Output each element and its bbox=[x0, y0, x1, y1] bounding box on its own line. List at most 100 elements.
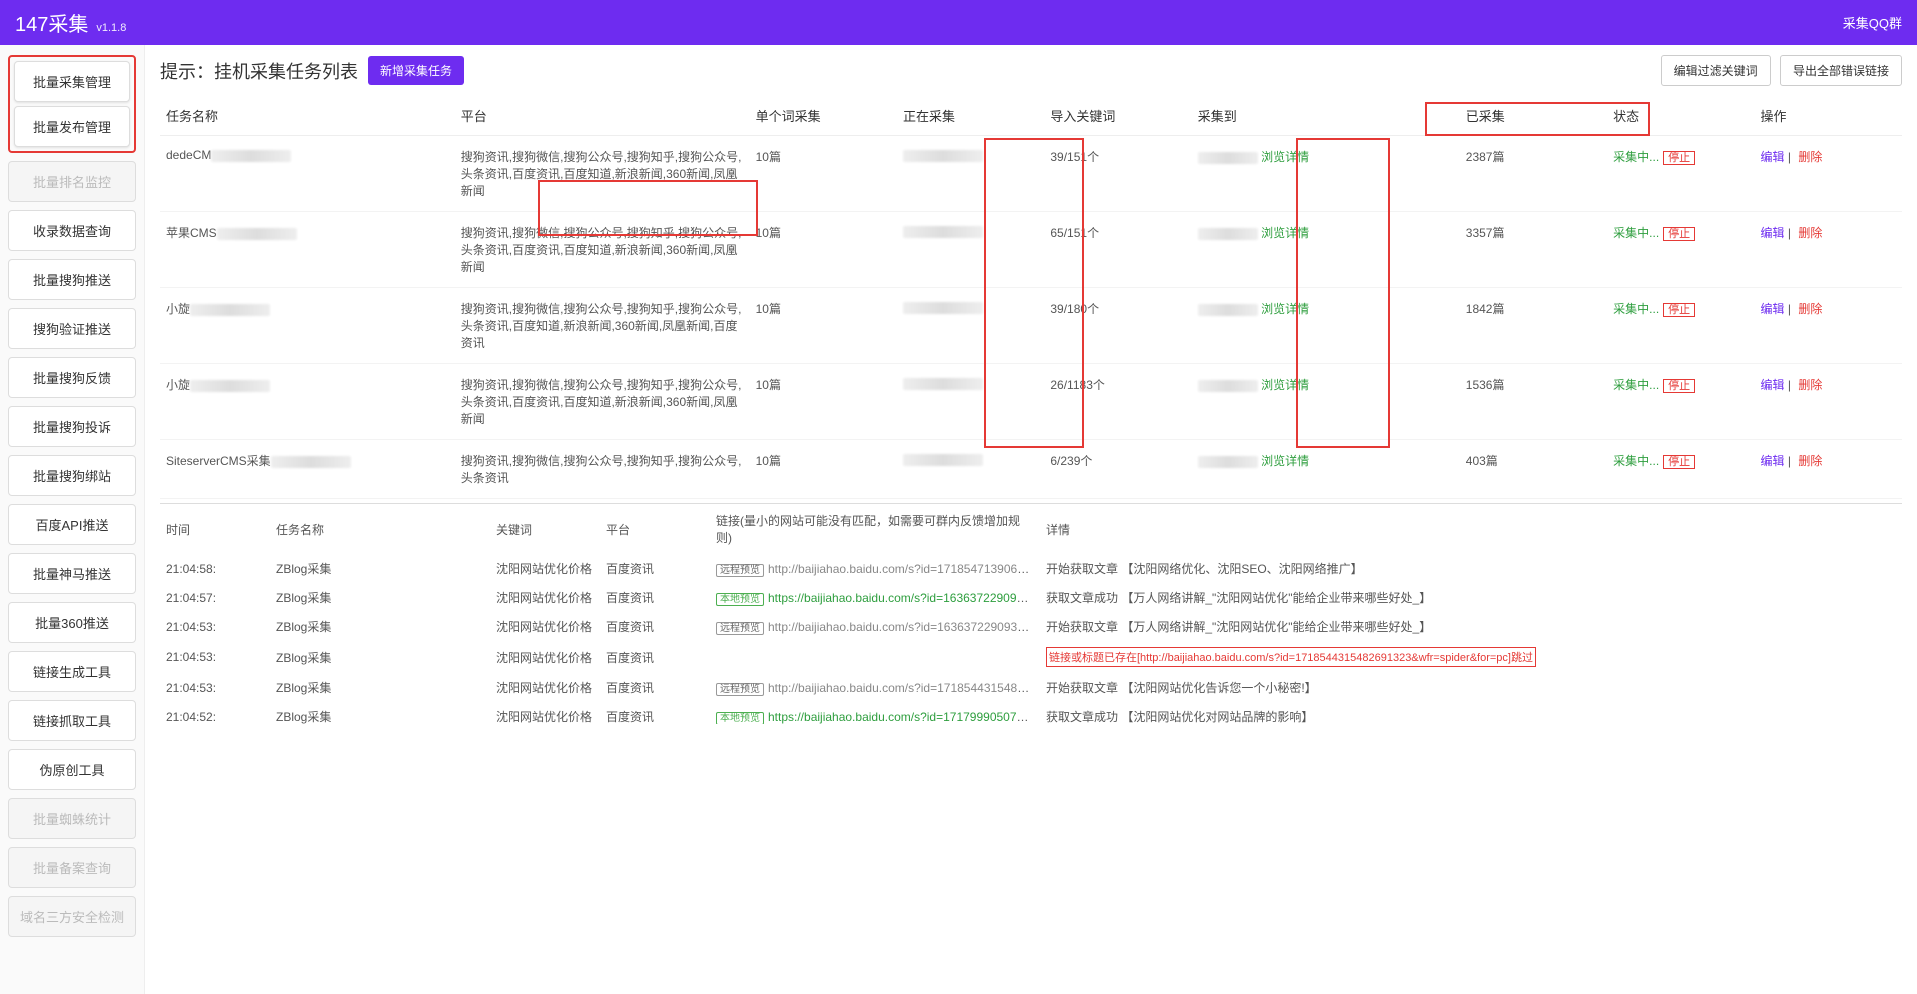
task-row: 苹果CMS搜狗资讯,搜狗微信,搜狗公众号,搜狗知乎,搜狗公众号,头条资讯,百度资… bbox=[160, 212, 1902, 288]
log-time: 21:04:53: bbox=[160, 673, 270, 702]
log-url[interactable]: http://baijiahao.baidu.com/s?id=17185443… bbox=[768, 681, 1040, 695]
log-row: 21:04:57:ZBlog采集沈阳网站优化价格百度资讯本地预览https://… bbox=[160, 583, 1902, 612]
log-detail: 链接或标题已存在[http://baijiahao.baidu.com/s?id… bbox=[1040, 641, 1902, 673]
edit-button[interactable]: 编辑 bbox=[1761, 454, 1785, 468]
task-ops: 编辑 | 删除 bbox=[1755, 440, 1902, 499]
remote-preview-tag[interactable]: 远程预览 bbox=[716, 564, 764, 577]
log-link: 本地预览 https://baijiahao.baidu.com/s?id=171… bbox=[710, 702, 1040, 724]
sidebar-item-4[interactable]: 批量搜狗反馈 bbox=[8, 357, 136, 398]
task-platform: 搜狗资讯,搜狗微信,搜狗公众号,搜狗知乎,搜狗公众号,头条资讯 bbox=[455, 440, 750, 499]
log-time: 21:04:52: bbox=[160, 702, 270, 724]
log-link: 远程预览 http://baijiahao.baidu.com/s?id=1718… bbox=[710, 673, 1040, 702]
log-keyword: 沈阳网站优化价格 bbox=[490, 554, 600, 583]
log-link: 本地预览 https://baijiahao.baidu.com/s?id=163… bbox=[710, 583, 1040, 612]
log-row: 21:04:53:ZBlog采集沈阳网站优化价格百度资讯远程预览http://b… bbox=[160, 673, 1902, 702]
remote-preview-tag[interactable]: 远程预览 bbox=[716, 622, 764, 635]
sidebar-item-2[interactable]: 批量搜狗推送 bbox=[8, 259, 136, 300]
task-name: SiteserverCMS采集 bbox=[160, 440, 455, 499]
browse-detail-link[interactable]: 浏览详情 bbox=[1261, 302, 1309, 316]
log-detail: 开始获取文章 【万人网络讲解_"沈阳网站优化"能给企业带来哪些好处_】 bbox=[1040, 612, 1902, 641]
edit-button[interactable]: 编辑 bbox=[1761, 150, 1785, 164]
edit-button[interactable]: 编辑 bbox=[1761, 226, 1785, 240]
task-table: 任务名称 平台 单个词采集 正在采集 导入关键词 采集到 已采集 状态 操作 d… bbox=[160, 96, 1902, 499]
sidebar-item-11[interactable]: 链接抓取工具 bbox=[8, 700, 136, 741]
sidebar-item-15: 域名三方安全检测 bbox=[8, 896, 136, 937]
browse-detail-link[interactable]: 浏览详情 bbox=[1261, 150, 1309, 164]
stop-button[interactable]: 停止 bbox=[1663, 379, 1695, 393]
qq-group-link[interactable]: 采集QQ群 bbox=[1843, 13, 1902, 32]
delete-button[interactable]: 删除 bbox=[1798, 378, 1822, 392]
delete-button[interactable]: 删除 bbox=[1798, 226, 1822, 240]
log-url[interactable]: https://baijiahao.baidu.com/s?id=1636372… bbox=[768, 591, 1040, 605]
new-task-button[interactable]: 新增采集任务 bbox=[368, 56, 464, 85]
task-ops: 编辑 | 删除 bbox=[1755, 136, 1902, 212]
log-platform: 百度资讯 bbox=[600, 641, 710, 673]
log-link bbox=[710, 641, 1040, 673]
log-task: ZBlog采集 bbox=[270, 583, 490, 612]
log-keyword: 沈阳网站优化价格 bbox=[490, 612, 600, 641]
sidebar-item-3[interactable]: 搜狗验证推送 bbox=[8, 308, 136, 349]
delete-button[interactable]: 删除 bbox=[1798, 302, 1822, 316]
log-platform: 百度资讯 bbox=[600, 702, 710, 724]
export-errors-button[interactable]: 导出全部错误链接 bbox=[1780, 55, 1902, 86]
log-keyword: 沈阳网站优化价格 bbox=[490, 702, 600, 724]
browse-detail-link[interactable]: 浏览详情 bbox=[1261, 378, 1309, 392]
stop-button[interactable]: 停止 bbox=[1663, 151, 1695, 165]
log-task: ZBlog采集 bbox=[270, 702, 490, 724]
sidebar-item-7[interactable]: 百度API推送 bbox=[8, 504, 136, 545]
task-single: 10篇 bbox=[750, 440, 897, 499]
task-name: dedeCM bbox=[160, 136, 455, 212]
log-detail: 获取文章成功 【沈阳网站优化对网站品牌的影响】 bbox=[1040, 702, 1902, 724]
log-scroll-area[interactable]: 21:04:58:ZBlog采集沈阳网站优化价格百度资讯远程预览http://b… bbox=[160, 554, 1902, 724]
remote-preview-tag[interactable]: 远程预览 bbox=[716, 683, 764, 696]
edit-button[interactable]: 编辑 bbox=[1761, 302, 1785, 316]
sidebar: 批量采集管理 批量发布管理 批量排名监控收录数据查询批量搜狗推送搜狗验证推送批量… bbox=[0, 45, 145, 994]
sidebar-item-1[interactable]: 收录数据查询 bbox=[8, 210, 136, 251]
sidebar-item-5[interactable]: 批量搜狗投诉 bbox=[8, 406, 136, 447]
stop-button[interactable]: 停止 bbox=[1663, 303, 1695, 317]
log-section: 时间 任务名称 关键词 平台 链接(量小的网站可能没有匹配，如需要可群内反馈增加… bbox=[160, 503, 1902, 984]
sidebar-item-6[interactable]: 批量搜狗绑站 bbox=[8, 455, 136, 496]
log-url[interactable]: http://baijiahao.baidu.com/s?id=17185471… bbox=[768, 562, 1040, 576]
stop-button[interactable]: 停止 bbox=[1663, 227, 1695, 241]
delete-button[interactable]: 删除 bbox=[1798, 454, 1822, 468]
log-row: 21:04:53:ZBlog采集沈阳网站优化价格百度资讯远程预览http://b… bbox=[160, 612, 1902, 641]
local-preview-tag[interactable]: 本地预览 bbox=[716, 593, 764, 606]
log-row: 21:04:52:ZBlog采集沈阳网站优化价格百度资讯本地预览 https://… bbox=[160, 702, 1902, 724]
delete-button[interactable]: 删除 bbox=[1798, 150, 1822, 164]
log-platform: 百度资讯 bbox=[600, 554, 710, 583]
task-collecting bbox=[897, 212, 1044, 288]
task-status: 采集中...停止 bbox=[1607, 440, 1754, 499]
app-title: 147采集 bbox=[15, 8, 88, 37]
sidebar-item-9[interactable]: 批量360推送 bbox=[8, 602, 136, 643]
task-collected: 1842篇 bbox=[1460, 288, 1607, 364]
edit-filter-button[interactable]: 编辑过滤关键词 bbox=[1661, 55, 1771, 86]
browse-detail-link[interactable]: 浏览详情 bbox=[1261, 454, 1309, 468]
task-row: 小旋搜狗资讯,搜狗微信,搜狗公众号,搜狗知乎,搜狗公众号,头条资讯,百度知道,新… bbox=[160, 288, 1902, 364]
log-task: ZBlog采集 bbox=[270, 641, 490, 673]
sidebar-highlight-box: 批量采集管理 批量发布管理 bbox=[8, 55, 136, 153]
sidebar-item-8[interactable]: 批量神马推送 bbox=[8, 553, 136, 594]
sidebar-item-collect-manage[interactable]: 批量采集管理 bbox=[14, 61, 130, 102]
log-col-time: 时间 bbox=[160, 504, 270, 554]
log-platform: 百度资讯 bbox=[600, 612, 710, 641]
task-collected: 3357篇 bbox=[1460, 212, 1607, 288]
browse-detail-link[interactable]: 浏览详情 bbox=[1261, 226, 1309, 240]
main-content: 提示：挂机采集任务列表 新增采集任务 编辑过滤关键词 导出全部错误链接 bbox=[145, 45, 1917, 994]
log-url[interactable]: https://baijiahao.baidu.com/s?id=1717999… bbox=[768, 710, 1040, 724]
edit-button[interactable]: 编辑 bbox=[1761, 378, 1785, 392]
task-collecting bbox=[897, 440, 1044, 499]
task-collected: 1536篇 bbox=[1460, 364, 1607, 440]
task-collected: 403篇 bbox=[1460, 440, 1607, 499]
stop-button[interactable]: 停止 bbox=[1663, 455, 1695, 469]
col-status: 状态 bbox=[1607, 96, 1754, 136]
sidebar-item-publish-manage[interactable]: 批量发布管理 bbox=[14, 106, 130, 147]
log-platform: 百度资讯 bbox=[600, 673, 710, 702]
sidebar-item-12[interactable]: 伪原创工具 bbox=[8, 749, 136, 790]
sidebar-item-10[interactable]: 链接生成工具 bbox=[8, 651, 136, 692]
task-name: 小旋 bbox=[160, 288, 455, 364]
local-preview-tag[interactable]: 本地预览 bbox=[716, 712, 764, 724]
task-name: 小旋 bbox=[160, 364, 455, 440]
log-url[interactable]: http://baijiahao.baidu.com/s?id=16363722… bbox=[768, 620, 1040, 634]
task-status: 采集中...停止 bbox=[1607, 364, 1754, 440]
